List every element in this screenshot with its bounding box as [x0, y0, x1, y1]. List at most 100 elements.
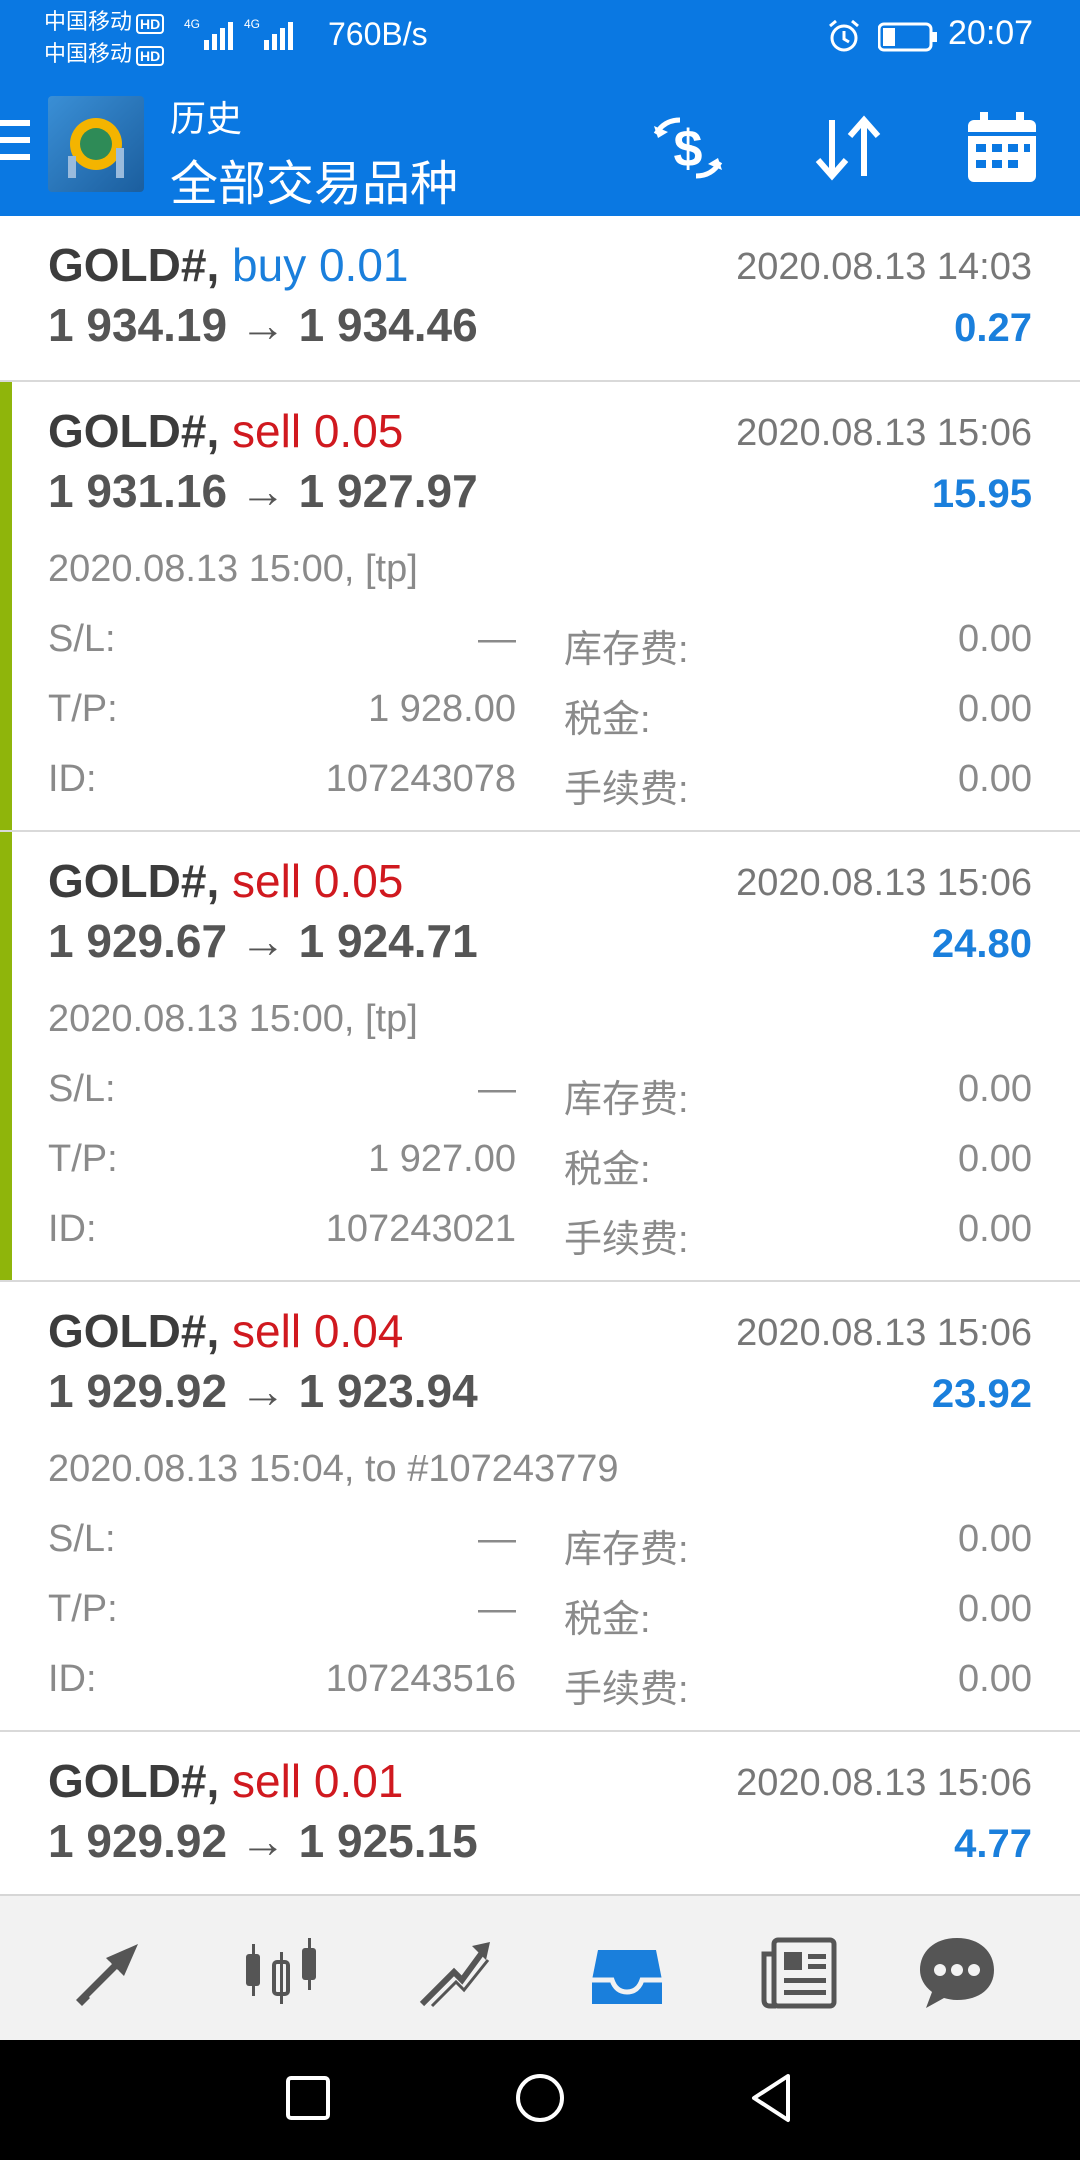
trade-side: sell 0.01 — [232, 1755, 404, 1807]
fee-label: 手续费: — [564, 769, 689, 811]
trade-profit: 0.27 — [954, 306, 1032, 350]
trade-symbol: GOLD#, — [48, 405, 220, 457]
chart-icon[interactable] — [238, 1930, 324, 2016]
trade-row[interactable]: GOLD#, sell 0.05 2020.08.13 15:06 1 929.… — [0, 832, 1080, 1282]
trade-row[interactable]: GOLD#, sell 0.05 2020.08.13 15:06 1 931.… — [0, 382, 1080, 832]
sl-label: S/L: — [48, 1518, 116, 1560]
sl-label: S/L: — [48, 618, 116, 660]
signal-icon: 4G 4G — [184, 17, 293, 50]
tax-value: 0.00 — [958, 1138, 1032, 1180]
trade-prices: 1 929.92 → 1 925.15 — [48, 1815, 478, 1867]
alarm-icon — [829, 19, 859, 52]
trade-side: buy 0.01 — [232, 239, 409, 291]
tax-label: 税金: — [564, 699, 651, 741]
trade-row[interactable]: GOLD#, buy 0.01 2020.08.13 14:03 1 934.1… — [0, 216, 1080, 382]
calendar-icon[interactable] — [960, 106, 1044, 190]
trade-side: sell 0.05 — [232, 855, 404, 907]
tax-value: 0.00 — [958, 688, 1032, 730]
fee-value: 0.00 — [958, 758, 1032, 800]
swap-value: 0.00 — [958, 1518, 1032, 1560]
id-value: 107243078 — [325, 758, 516, 800]
tp-value: 1 927.00 — [368, 1138, 516, 1180]
status-bar: 中国移动 HD 中国移动 HD 4G 4G 760B/s 20:07 — [0, 0, 1080, 74]
carrier-2: 中国移动 — [44, 41, 133, 66]
swap-value: 0.00 — [958, 618, 1032, 660]
trade-symbol: GOLD#, — [48, 1755, 220, 1807]
tax-value: 0.00 — [958, 1588, 1032, 1630]
tp-value: 1 928.00 — [368, 688, 516, 730]
home-icon[interactable] — [508, 2066, 572, 2130]
svg-text:$: $ — [674, 120, 703, 178]
currency-exchange-icon[interactable]: $ — [646, 106, 730, 190]
menu-button[interactable] — [0, 120, 30, 164]
swap-value: 0.00 — [958, 1068, 1032, 1110]
hd-badge: HD — [136, 14, 165, 34]
header-subtitle: 历史 — [170, 98, 243, 139]
sort-icon[interactable] — [806, 106, 890, 190]
trade-comment: 2020.08.13 15:00, [tp] — [48, 548, 418, 590]
tax-label: 税金: — [564, 1599, 651, 1641]
trade-title: GOLD#, buy 0.01 — [48, 238, 409, 292]
trade-prices: 1 929.92 → 1 923.94 — [48, 1365, 478, 1417]
swap-label: 库存费: — [564, 1079, 689, 1121]
trade-time: 2020.08.13 14:03 — [736, 246, 1032, 288]
id-label: ID: — [48, 758, 97, 800]
trade-prices: 1 931.16 → 1 927.97 — [48, 465, 478, 517]
trade-symbol: GOLD#, — [48, 1305, 220, 1357]
fee-value: 0.00 — [958, 1208, 1032, 1250]
net-speed: 760B/s — [328, 16, 428, 52]
page-title[interactable]: 全部交易品种 — [170, 144, 458, 214]
chat-icon[interactable] — [914, 1930, 1000, 2016]
trade-title: GOLD#, sell 0.01 — [48, 1754, 403, 1808]
sl-value: — — [478, 618, 516, 660]
trade-history-list: GOLD#, buy 0.01 2020.08.13 14:03 1 934.1… — [0, 216, 1080, 1896]
battery-icon — [878, 22, 937, 52]
app-bar: 历史 全部交易品种 $ — [0, 74, 1080, 216]
history-icon[interactable] — [584, 1930, 670, 2016]
svg-text:4G: 4G — [244, 17, 260, 31]
trade-side: sell 0.05 — [232, 405, 404, 457]
swap-label: 库存费: — [564, 1529, 689, 1571]
id-label: ID: — [48, 1658, 97, 1700]
trade-row[interactable]: GOLD#, sell 0.04 2020.08.13 15:06 1 929.… — [0, 1282, 1080, 1732]
trade-title: GOLD#, sell 0.04 — [48, 1304, 403, 1358]
carrier-1: 中国移动 — [44, 9, 133, 34]
hd-badge: HD — [136, 46, 165, 66]
tp-value: — — [478, 1588, 516, 1630]
tp-label: T/P: — [48, 688, 118, 730]
trade-side: sell 0.04 — [232, 1305, 404, 1357]
tp-label: T/P: — [48, 1138, 118, 1180]
trade-prices: 1 929.67 → 1 924.71 — [48, 915, 478, 967]
id-label: ID: — [48, 1208, 97, 1250]
carrier-info: 中国移动 HD 中国移动 HD — [44, 6, 165, 70]
trade-time: 2020.08.13 15:06 — [736, 862, 1032, 904]
trade-title: GOLD#, sell 0.05 — [48, 404, 403, 458]
svg-text:4G: 4G — [184, 17, 200, 31]
trade-profit: 4.77 — [954, 1822, 1032, 1866]
trade-time: 2020.08.13 15:06 — [736, 1312, 1032, 1354]
news-icon[interactable] — [756, 1930, 842, 2016]
swap-label: 库存费: — [564, 629, 689, 671]
fee-label: 手续费: — [564, 1669, 689, 1711]
trade-time: 2020.08.13 15:06 — [736, 1762, 1032, 1804]
back-icon[interactable] — [740, 2066, 804, 2130]
tp-label: T/P: — [48, 1588, 118, 1630]
id-value: 107243021 — [325, 1208, 516, 1250]
fee-label: 手续费: — [564, 1219, 689, 1261]
app-logo — [48, 96, 144, 192]
trade-profit: 15.95 — [931, 472, 1032, 516]
trade-profit: 23.92 — [931, 1372, 1032, 1416]
trade-symbol: GOLD#, — [48, 855, 220, 907]
trade-symbol: GOLD#, — [48, 239, 220, 291]
trade-row[interactable]: GOLD#, sell 0.01 2020.08.13 15:06 1 929.… — [0, 1732, 1080, 1896]
quotes-icon[interactable] — [66, 1930, 152, 2016]
id-value: 107243516 — [325, 1658, 516, 1700]
bottom-nav — [0, 1894, 1080, 2042]
recents-icon[interactable] — [276, 2066, 340, 2130]
trade-title: GOLD#, sell 0.05 — [48, 854, 403, 908]
clock: 20:07 — [948, 14, 1034, 52]
trade-time: 2020.08.13 15:06 — [736, 412, 1032, 454]
fee-value: 0.00 — [958, 1658, 1032, 1700]
tax-label: 税金: — [564, 1149, 651, 1191]
trade-icon[interactable] — [412, 1930, 498, 2016]
